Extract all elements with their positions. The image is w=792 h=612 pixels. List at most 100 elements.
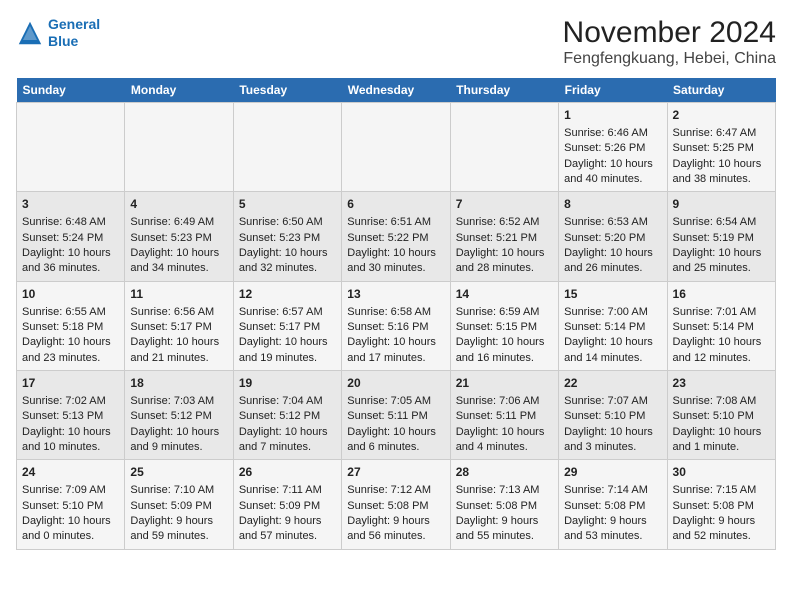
day-info: Sunrise: 7:09 AM Sunset: 5:10 PM Dayligh… (22, 483, 119, 545)
calendar-cell: 27 Sunrise: 7:12 AM Sunset: 5:08 PM Dayli… (342, 460, 450, 549)
day-info: Sunrise: 6:57 AM Sunset: 5:17 PM Dayligh… (239, 305, 336, 367)
weekday-header-monday: Monday (125, 78, 233, 103)
day-number: 3 (22, 196, 119, 213)
calendar-cell: 8 Sunrise: 6:53 AM Sunset: 5:20 PM Daylig… (559, 192, 667, 281)
day-number: 26 (239, 464, 336, 481)
day-info: Sunrise: 7:00 AM Sunset: 5:14 PM Dayligh… (564, 305, 661, 367)
weekday-header-wednesday: Wednesday (342, 78, 450, 103)
day-info: Sunrise: 7:06 AM Sunset: 5:11 PM Dayligh… (456, 394, 553, 456)
calendar-cell: 9Sunrise: 6:54 AM Sunset: 5:19 PM Daylig… (667, 192, 775, 281)
day-number: 12 (239, 286, 336, 303)
calendar-cell: 29Sunrise: 7:14 AM Sunset: 5:08 PM Dayli… (559, 460, 667, 549)
weekday-header-row: SundayMondayTuesdayWednesdayThursdayFrid… (17, 78, 776, 103)
calendar-week-2: 3 Sunrise: 6:48 AM Sunset: 5:24 PM Daylig… (17, 192, 776, 281)
day-info: Sunrise: 7:01 AM Sunset: 5:14 PM Dayligh… (673, 305, 770, 367)
day-info: Sunrise: 7:08 AM Sunset: 5:10 PM Dayligh… (673, 394, 770, 456)
day-number: 16 (673, 286, 770, 303)
calendar-cell: 12 Sunrise: 6:57 AM Sunset: 5:17 PM Dayli… (233, 281, 341, 370)
calendar-cell: 20 Sunrise: 7:05 AM Sunset: 5:11 PM Dayli… (342, 371, 450, 460)
day-info: Sunrise: 6:46 AM Sunset: 5:26 PM Dayligh… (564, 126, 661, 188)
day-number: 14 (456, 286, 553, 303)
weekday-header-friday: Friday (559, 78, 667, 103)
day-number: 24 (22, 464, 119, 481)
calendar-cell: 1 Sunrise: 6:46 AM Sunset: 5:26 PM Daylig… (559, 103, 667, 192)
calendar-cell: 15 Sunrise: 7:00 AM Sunset: 5:14 PM Dayli… (559, 281, 667, 370)
calendar-cell: 5Sunrise: 6:50 AM Sunset: 5:23 PM Daylig… (233, 192, 341, 281)
day-number: 17 (22, 375, 119, 392)
calendar-cell (125, 103, 233, 192)
calendar-week-4: 17 Sunrise: 7:02 AM Sunset: 5:13 PM Dayli… (17, 371, 776, 460)
day-number: 1 (564, 107, 661, 124)
calendar-cell: 13 Sunrise: 6:58 AM Sunset: 5:16 PM Dayli… (342, 281, 450, 370)
calendar-cell (450, 103, 558, 192)
day-number: 15 (564, 286, 661, 303)
calendar-cell: 17 Sunrise: 7:02 AM Sunset: 5:13 PM Dayli… (17, 371, 125, 460)
day-info: Sunrise: 6:49 AM Sunset: 5:23 PM Dayligh… (130, 215, 227, 277)
calendar-cell (233, 103, 341, 192)
calendar-cell: 2 Sunrise: 6:47 AM Sunset: 5:25 PM Daylig… (667, 103, 775, 192)
day-info: Sunrise: 7:12 AM Sunset: 5:08 PM Dayligh… (347, 483, 444, 545)
day-number: 22 (564, 375, 661, 392)
day-info: Sunrise: 6:55 AM Sunset: 5:18 PM Dayligh… (22, 305, 119, 367)
calendar-cell: 19Sunrise: 7:04 AM Sunset: 5:12 PM Dayli… (233, 371, 341, 460)
calendar-week-3: 10 Sunrise: 6:55 AM Sunset: 5:18 PM Dayli… (17, 281, 776, 370)
calendar-cell: 18 Sunrise: 7:03 AM Sunset: 5:12 PM Dayli… (125, 371, 233, 460)
calendar-cell: 23Sunrise: 7:08 AM Sunset: 5:10 PM Dayli… (667, 371, 775, 460)
day-info: Sunrise: 6:48 AM Sunset: 5:24 PM Dayligh… (22, 215, 119, 277)
day-number: 2 (673, 107, 770, 124)
day-info: Sunrise: 6:52 AM Sunset: 5:21 PM Dayligh… (456, 215, 553, 277)
calendar-cell: 28Sunrise: 7:13 AM Sunset: 5:08 PM Dayli… (450, 460, 558, 549)
day-info: Sunrise: 7:15 AM Sunset: 5:08 PM Dayligh… (673, 483, 770, 545)
day-info: Sunrise: 7:07 AM Sunset: 5:10 PM Dayligh… (564, 394, 661, 456)
weekday-header-thursday: Thursday (450, 78, 558, 103)
day-number: 28 (456, 464, 553, 481)
calendar-table: SundayMondayTuesdayWednesdayThursdayFrid… (16, 78, 776, 550)
day-info: Sunrise: 6:53 AM Sunset: 5:20 PM Dayligh… (564, 215, 661, 277)
day-number: 13 (347, 286, 444, 303)
day-number: 9 (673, 196, 770, 213)
weekday-header-tuesday: Tuesday (233, 78, 341, 103)
day-number: 27 (347, 464, 444, 481)
day-number: 5 (239, 196, 336, 213)
day-number: 20 (347, 375, 444, 392)
day-number: 4 (130, 196, 227, 213)
logo-line1: General (48, 16, 100, 32)
calendar-cell: 16 Sunrise: 7:01 AM Sunset: 5:14 PM Dayli… (667, 281, 775, 370)
day-info: Sunrise: 7:02 AM Sunset: 5:13 PM Dayligh… (22, 394, 119, 456)
day-number: 19 (239, 375, 336, 392)
logo-line2: Blue (48, 33, 78, 49)
calendar-week-1: 1 Sunrise: 6:46 AM Sunset: 5:26 PM Daylig… (17, 103, 776, 192)
title-block: November 2024 Fengfengkuang, Hebei, Chin… (563, 16, 776, 68)
weekday-header-saturday: Saturday (667, 78, 775, 103)
calendar-cell: 24 Sunrise: 7:09 AM Sunset: 5:10 PM Dayli… (17, 460, 125, 549)
page-title: November 2024 (563, 16, 776, 50)
day-number: 8 (564, 196, 661, 213)
day-info: Sunrise: 7:14 AM Sunset: 5:08 PM Dayligh… (564, 483, 661, 545)
page-subtitle: Fengfengkuang, Hebei, China (563, 50, 776, 68)
logo-icon (16, 19, 44, 47)
calendar-cell: 30 Sunrise: 7:15 AM Sunset: 5:08 PM Dayli… (667, 460, 775, 549)
day-info: Sunrise: 6:47 AM Sunset: 5:25 PM Dayligh… (673, 126, 770, 188)
calendar-cell: 14 Sunrise: 6:59 AM Sunset: 5:15 PM Dayli… (450, 281, 558, 370)
day-info: Sunrise: 6:58 AM Sunset: 5:16 PM Dayligh… (347, 305, 444, 367)
day-number: 10 (22, 286, 119, 303)
calendar-cell (342, 103, 450, 192)
day-info: Sunrise: 6:59 AM Sunset: 5:15 PM Dayligh… (456, 305, 553, 367)
day-number: 18 (130, 375, 227, 392)
day-number: 30 (673, 464, 770, 481)
day-number: 25 (130, 464, 227, 481)
calendar-cell: 10 Sunrise: 6:55 AM Sunset: 5:18 PM Dayli… (17, 281, 125, 370)
calendar-cell: 25 Sunrise: 7:10 AM Sunset: 5:09 PM Dayli… (125, 460, 233, 549)
day-info: Sunrise: 6:56 AM Sunset: 5:17 PM Dayligh… (130, 305, 227, 367)
day-number: 11 (130, 286, 227, 303)
day-info: Sunrise: 7:10 AM Sunset: 5:09 PM Dayligh… (130, 483, 227, 545)
calendar-cell: 26 Sunrise: 7:11 AM Sunset: 5:09 PM Dayli… (233, 460, 341, 549)
day-info: Sunrise: 7:03 AM Sunset: 5:12 PM Dayligh… (130, 394, 227, 456)
day-number: 21 (456, 375, 553, 392)
day-info: Sunrise: 7:11 AM Sunset: 5:09 PM Dayligh… (239, 483, 336, 545)
calendar-body: 1 Sunrise: 6:46 AM Sunset: 5:26 PM Daylig… (17, 103, 776, 550)
day-info: Sunrise: 7:05 AM Sunset: 5:11 PM Dayligh… (347, 394, 444, 456)
calendar-cell: 7Sunrise: 6:52 AM Sunset: 5:21 PM Daylig… (450, 192, 558, 281)
calendar-cell: 3 Sunrise: 6:48 AM Sunset: 5:24 PM Daylig… (17, 192, 125, 281)
day-info: Sunrise: 6:51 AM Sunset: 5:22 PM Dayligh… (347, 215, 444, 277)
